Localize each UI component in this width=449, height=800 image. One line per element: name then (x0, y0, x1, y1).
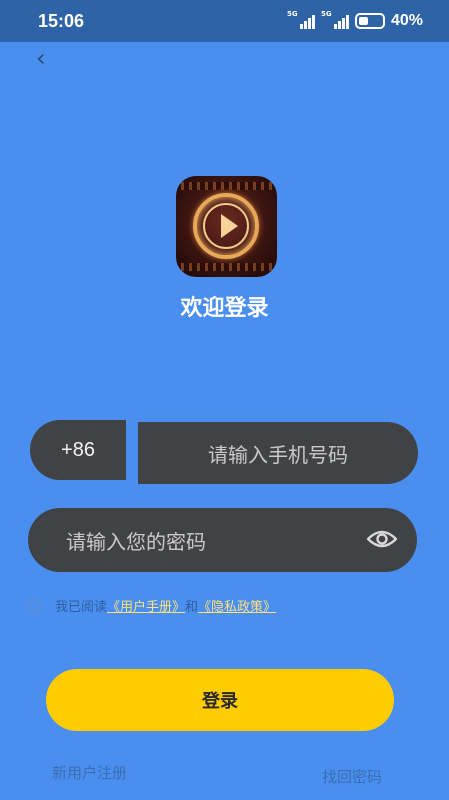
signal-icon: 5G (320, 10, 349, 29)
back-icon[interactable]: ‹ (36, 44, 46, 72)
password-input[interactable]: 请输入您的密码 (28, 508, 417, 572)
user-manual-link[interactable]: 《用户手册》 (107, 596, 185, 615)
phone-input[interactable]: 请输入手机号码 (138, 422, 418, 484)
password-placeholder: 请输入您的密码 (66, 529, 206, 554)
radio-icon[interactable] (28, 599, 41, 612)
signal-icon: 5G (286, 10, 315, 29)
battery-icon (354, 13, 385, 29)
privacy-policy-link[interactable]: 《隐私政策》 (198, 596, 276, 615)
agreement-row: 我已阅读 《用户手册》 和 《隐私政策》 (28, 596, 276, 615)
agreement-and: 和 (185, 600, 199, 615)
status-bar: 15:06 5G 5G 40% (0, 0, 449, 42)
forgot-password-link[interactable]: 找回密码 (322, 766, 382, 787)
login-screen: 15:06 5G 5G 40% ‹ 欢迎登录 +86 请输入手机号码 请输入您的… (0, 0, 449, 800)
status-time: 15:06 (38, 11, 85, 31)
eye-icon[interactable] (367, 528, 397, 550)
register-link[interactable]: 新用户注册 (52, 762, 127, 783)
status-icons: 5G 5G 40% (286, 10, 423, 30)
network-label: 5G (286, 10, 298, 18)
network-label: 5G (320, 10, 332, 18)
page-title: 欢迎登录 (180, 296, 269, 321)
country-code-selector[interactable]: +86 (30, 420, 126, 480)
app-logo-icon (176, 176, 277, 277)
agreement-prefix: 我已阅读 (55, 600, 108, 615)
battery-level: 40% (390, 12, 423, 29)
login-button[interactable]: 登录 (46, 669, 394, 731)
